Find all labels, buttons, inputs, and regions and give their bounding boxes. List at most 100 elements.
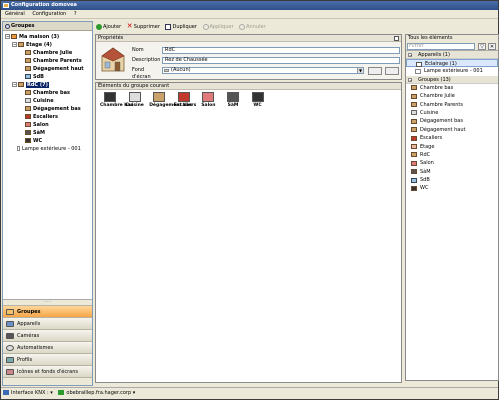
group-item-salon[interactable]: Salon (406, 159, 498, 167)
tree-node-chambre-parents[interactable]: Chambre Parents (3, 57, 92, 65)
collapse-panel-icon[interactable] (394, 36, 399, 41)
tree-node-chambre-bas[interactable]: Chambre bas (3, 89, 92, 97)
bed-icon (411, 85, 417, 91)
apply-icon (202, 24, 209, 30)
tree-node-rdc[interactable]: − RdC (7) (3, 81, 92, 89)
filter-input[interactable]: Filtrer (407, 43, 475, 50)
collapse-icon[interactable]: − (5, 34, 10, 39)
tree-node-chambre-julie[interactable]: Chambre Julie (3, 49, 92, 57)
group-elements-panel: Éléments du groupe courant Chambre bas C… (95, 82, 402, 383)
element-degagement-bas[interactable]: Dégagement bas (149, 92, 192, 108)
nav-icones-fonds[interactable]: Icônes et fonds d'écrans (3, 365, 92, 377)
corridor-icon (25, 66, 31, 71)
tree-node-degagement-bas[interactable]: Dégagement bas (3, 105, 92, 113)
delete-button[interactable]: ✕ Supprimer (127, 22, 160, 32)
server-dropdown-icon[interactable]: ▾ (133, 390, 136, 396)
tree-node-ma-maison[interactable]: − Ma maison (3) (3, 33, 92, 41)
tree-node-cuisine[interactable]: Cuisine (3, 97, 92, 105)
clear-filter-icon[interactable]: ✕ (488, 43, 496, 50)
group-item-chambre-parents[interactable]: Chambre Parents (406, 101, 498, 109)
lamp-icon (17, 146, 20, 151)
dining-icon (25, 130, 31, 135)
server-name[interactable]: obebraillep.fra.hager.corp (66, 390, 131, 396)
tree-node-degagement-haut[interactable]: Dégagement haut (3, 65, 92, 73)
devices-nav-icon (6, 321, 14, 327)
background-select[interactable]: (Aucun) ▼ (162, 67, 364, 74)
group-item-chambre-julie[interactable]: Chambre Julie (406, 92, 498, 100)
group-item-etage[interactable]: Etage (406, 143, 498, 151)
nav-appareils[interactable]: Appareils (3, 317, 92, 329)
nav-automatismes[interactable]: Automatismes (3, 341, 92, 353)
window-title: Configuration domovea (11, 2, 77, 8)
stairs-icon (18, 42, 24, 47)
element-cuisine[interactable]: Cuisine (125, 92, 145, 108)
collapse-icon[interactable]: − (12, 42, 17, 47)
tree-node-wc[interactable]: WC (3, 137, 92, 145)
dining-icon (411, 169, 417, 175)
menu-bar: Général Configuration ? (1, 10, 498, 19)
menu-help[interactable]: ? (74, 11, 77, 17)
element-salon[interactable]: Salon (198, 92, 218, 108)
nav-cameras[interactable]: Caméras (3, 329, 92, 341)
cancel-button[interactable]: Annuler (239, 22, 266, 32)
nav-groupes[interactable]: Groupes (3, 305, 92, 317)
collapse-icon[interactable]: − (12, 82, 17, 87)
element-sam[interactable]: SàM (223, 92, 243, 108)
tree-node-salon[interactable]: Salon (3, 121, 92, 129)
group-elements-list: Chambre bas Cuisine Dégagement bas Escal… (96, 90, 401, 110)
nav-stack: ····· Groupes Appareils Caméras Automati… (3, 299, 92, 385)
description-field[interactable]: Rez de Chaussée (162, 57, 400, 64)
house-icon (11, 34, 17, 39)
element-chambre-bas[interactable]: Chambre bas (100, 92, 133, 108)
group-item-rdc[interactable]: RdC (406, 151, 498, 159)
collapse-icon[interactable]: − (408, 53, 412, 58)
device-lampe-exterieure[interactable]: Lampe extérieure - 001 (406, 67, 498, 75)
browse-button[interactable] (368, 67, 382, 75)
group-item-degagement-haut[interactable]: Dégagement haut (406, 126, 498, 134)
tree-node-etage[interactable]: − Etage (4) (3, 41, 92, 49)
devices-section[interactable]: − Appareils (1) (406, 51, 498, 59)
group-item-escaliers[interactable]: Escaliers (406, 134, 498, 142)
menu-general[interactable]: Général (5, 11, 25, 17)
tree-node-lampe-exterieure[interactable]: Lampe extérieure - 001 (3, 145, 92, 153)
chevron-down-icon[interactable]: ▼ (357, 68, 363, 73)
tree-node-sdb[interactable]: SdB (3, 73, 92, 81)
kitchen-icon (25, 98, 31, 103)
corridor-icon (411, 118, 417, 124)
duplicate-button[interactable]: Dupliquer (165, 22, 197, 32)
knx-dropdown-icon[interactable]: ▾ (50, 390, 53, 396)
collapse-icon[interactable]: − (408, 77, 412, 82)
groups-section[interactable]: − Groupes (13) (406, 75, 498, 84)
bed-icon (25, 90, 31, 95)
nav-profils[interactable]: Profils (3, 353, 92, 365)
device-eclairage[interactable]: Eclairage (1) (406, 59, 498, 68)
apply-button[interactable]: Appliquer (202, 22, 234, 32)
camera-icon (6, 333, 14, 339)
corridor-icon (25, 106, 31, 111)
name-field[interactable]: RdC (162, 47, 400, 54)
app-icon (3, 3, 9, 8)
group-item-degagement-bas[interactable]: Dégagement bas (406, 117, 498, 125)
ground-floor-icon (18, 82, 24, 87)
toolbar: Ajouter ✕ Supprimer Dupliquer Appliquer A… (96, 22, 402, 32)
delete-icon: ✕ (126, 22, 133, 30)
zoom-button[interactable] (385, 67, 399, 75)
tree-node-sam[interactable]: SàM (3, 129, 92, 137)
group-item-chambre-bas[interactable]: Chambre bas (406, 84, 498, 92)
element-escaliers[interactable]: Escaliers (174, 92, 196, 108)
stairs-icon (177, 92, 190, 102)
group-item-sam[interactable]: SàM (406, 168, 498, 176)
menu-configuration[interactable]: Configuration (32, 11, 66, 17)
group-item-cuisine[interactable]: Cuisine (406, 109, 498, 117)
plus-icon (96, 24, 102, 30)
server-icon (58, 390, 65, 395)
add-button[interactable]: Ajouter (96, 22, 121, 32)
group-item-sdb[interactable]: SdB (406, 176, 498, 184)
group-item-wc[interactable]: WC (406, 184, 498, 192)
properties-panel: Propriétés Nom RdC Description Rez de Ch… (95, 34, 402, 80)
tree-node-escaliers[interactable]: Escaliers (3, 113, 92, 121)
house-picture-icon (101, 47, 125, 72)
filter-icon[interactable]: ▽ (478, 43, 486, 50)
bed-icon (25, 58, 31, 63)
element-wc[interactable]: WC (248, 92, 268, 108)
